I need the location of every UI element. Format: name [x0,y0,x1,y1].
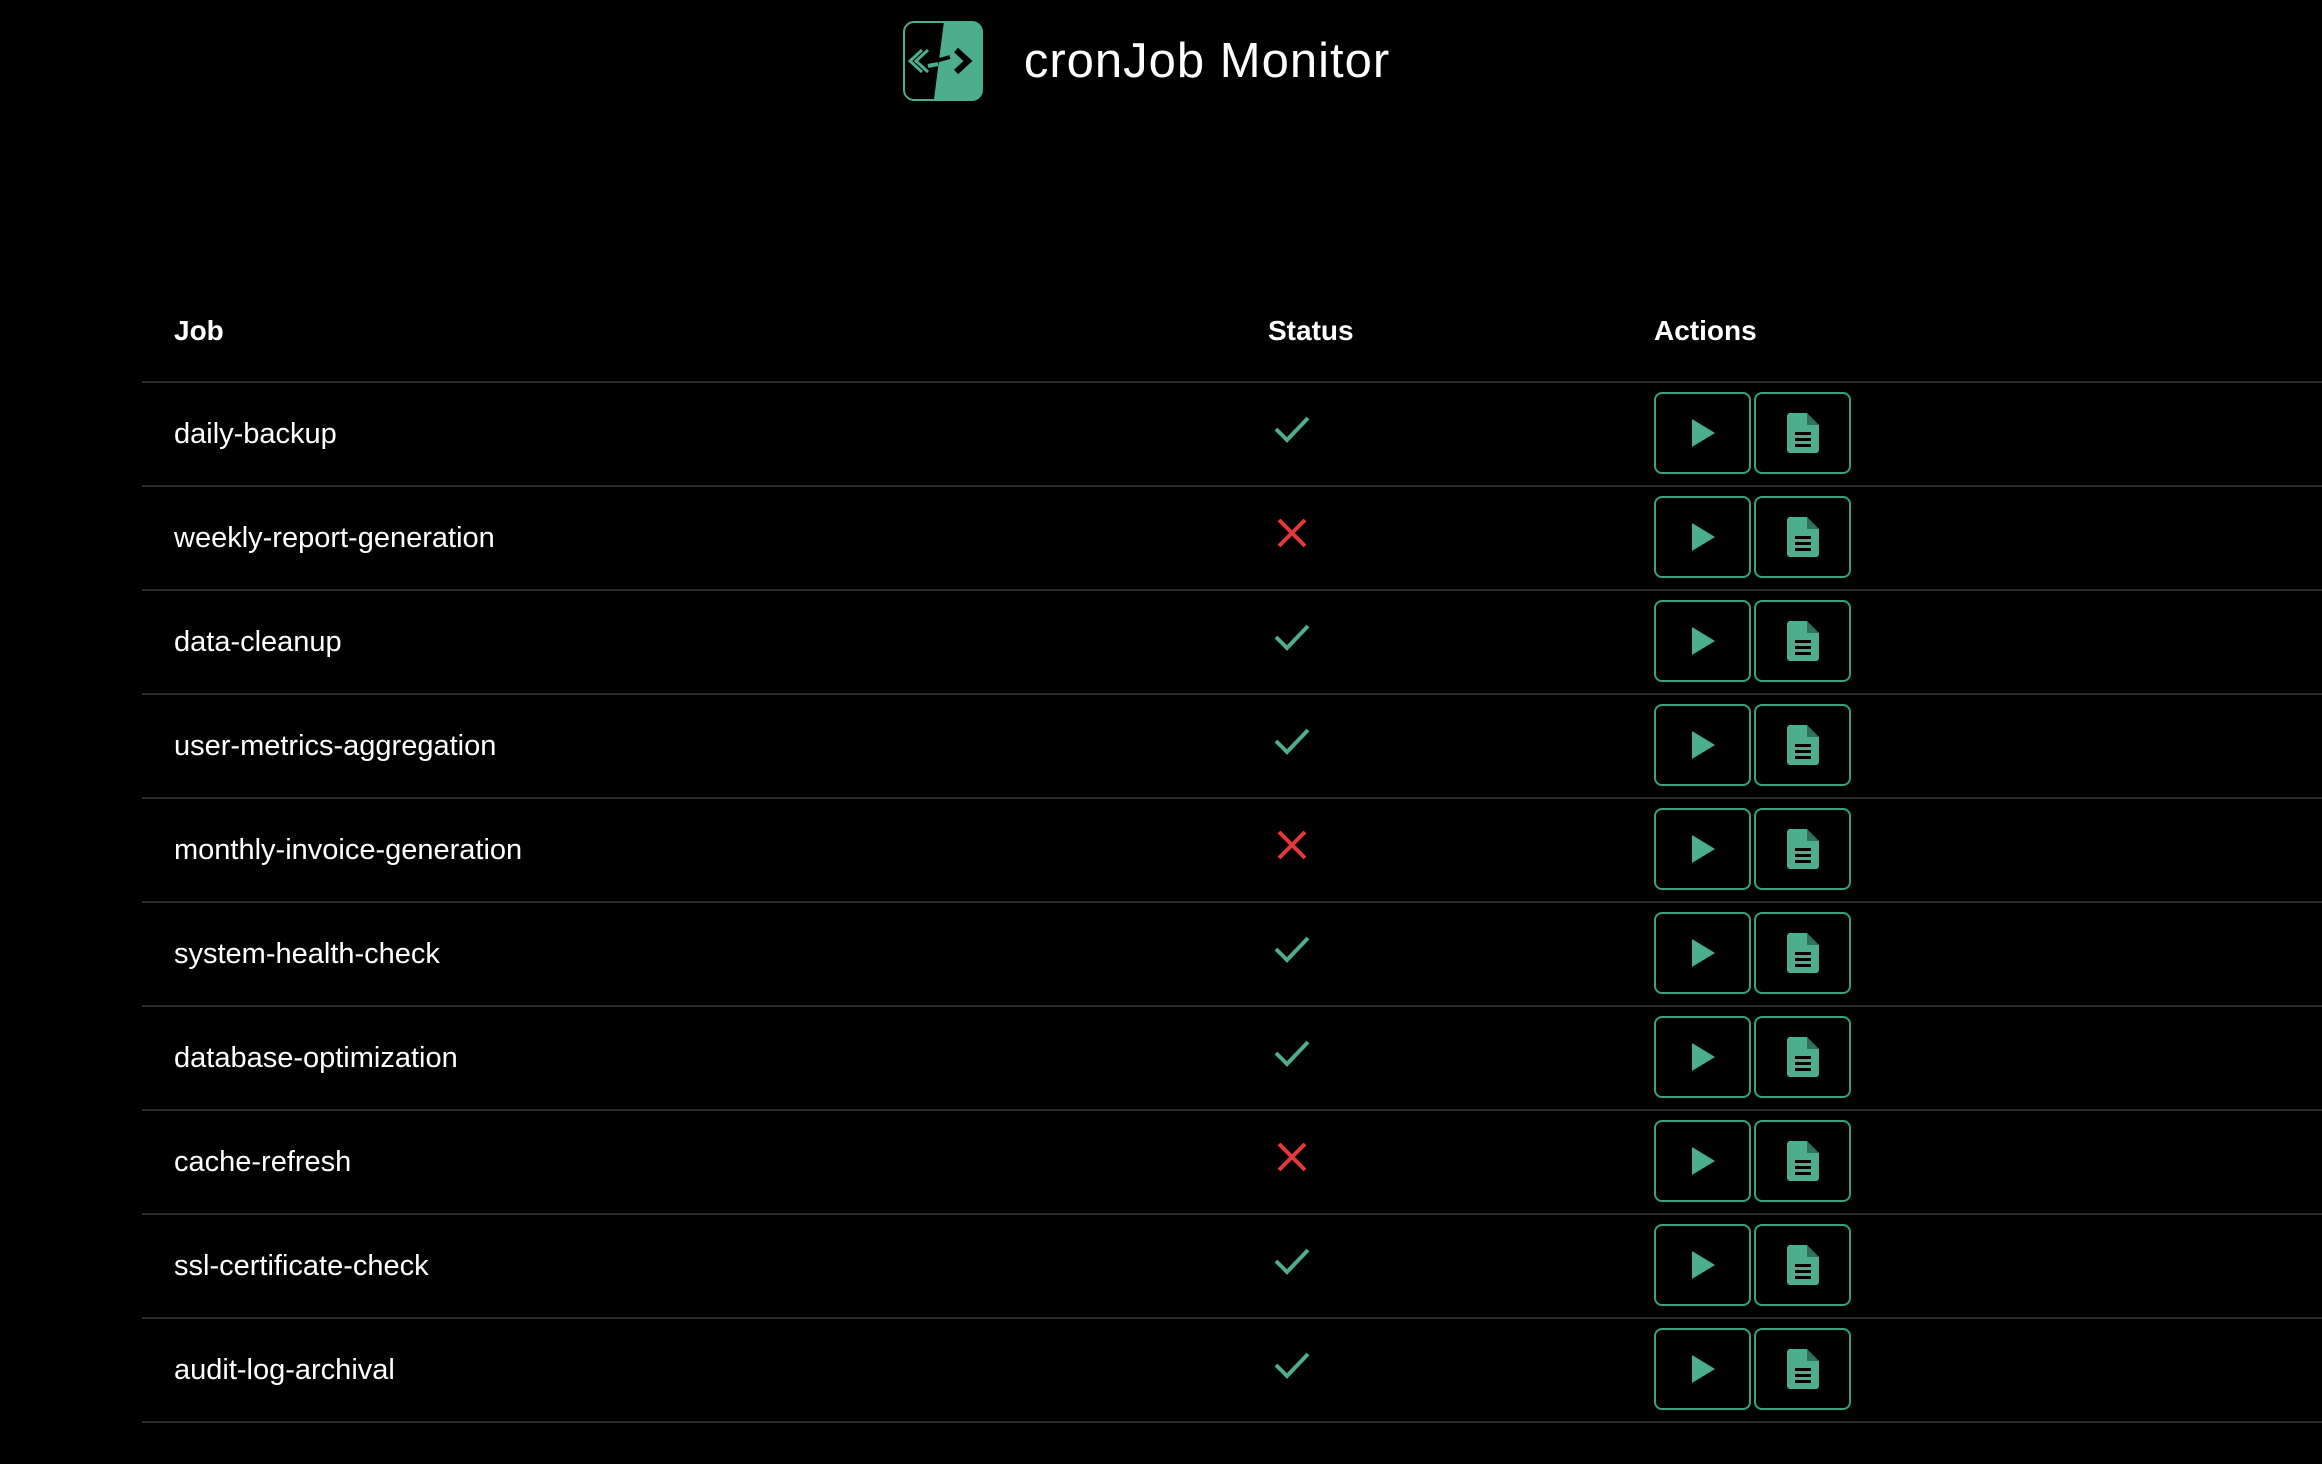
run-job-button[interactable] [1654,600,1751,682]
view-logs-button[interactable] [1754,1224,1851,1306]
row-actions [1654,1016,1851,1098]
run-job-button[interactable] [1654,808,1751,890]
document-icon [1786,413,1819,453]
view-logs-button[interactable] [1754,704,1851,786]
view-logs-button[interactable] [1754,600,1851,682]
table-row: ssl-certificate-check [142,1215,2322,1319]
job-name: user-metrics-aggregation [174,729,497,762]
app-root: cronJob Monitor Job Status Actions daily… [0,0,2322,1464]
run-job-button[interactable] [1654,704,1751,786]
run-job-button[interactable] [1654,392,1751,474]
header-status: Status [1268,314,1354,346]
check-icon [1274,1248,1310,1275]
check-icon [1274,416,1310,443]
x-icon [1277,1142,1307,1172]
job-name: system-health-check [174,937,440,970]
run-job-button[interactable] [1654,496,1751,578]
check-icon [1274,624,1310,651]
check-icon [1274,936,1310,963]
play-icon [1691,835,1715,863]
document-icon [1786,933,1819,973]
play-icon [1691,627,1715,655]
document-icon [1786,725,1819,765]
row-actions [1654,1328,1851,1410]
document-icon [1786,517,1819,557]
job-name: audit-log-archival [174,1353,395,1386]
play-icon [1691,731,1715,759]
run-job-button[interactable] [1654,1120,1751,1202]
document-icon [1786,1037,1819,1077]
row-actions [1654,496,1851,578]
job-name: weekly-report-generation [174,521,495,554]
document-icon [1786,1141,1819,1181]
job-name: monthly-invoice-generation [174,833,523,866]
view-logs-button[interactable] [1754,1120,1851,1202]
job-name: data-cleanup [174,625,342,658]
jobs-table: Job Status Actions daily-backup weekly-re… [142,280,2322,1423]
check-icon [1274,1040,1310,1067]
header: cronJob Monitor [0,18,2322,104]
play-icon [1691,1355,1715,1383]
table-header: Job Status Actions [142,280,2322,383]
row-actions [1654,808,1851,890]
table-row: data-cleanup [142,591,2322,695]
run-job-button[interactable] [1654,912,1751,994]
row-actions [1654,1120,1851,1202]
run-job-button[interactable] [1654,1328,1751,1410]
check-icon [1274,1352,1310,1379]
job-name: cache-refresh [174,1145,352,1178]
play-icon [1691,939,1715,967]
job-name: daily-backup [174,417,337,450]
view-logs-button[interactable] [1754,392,1851,474]
document-icon [1786,1245,1819,1285]
row-actions [1654,1224,1851,1306]
play-icon [1691,523,1715,551]
run-job-button[interactable] [1654,1016,1751,1098]
view-logs-button[interactable] [1754,912,1851,994]
row-actions [1654,392,1851,474]
table-row: database-optimization [142,1007,2322,1111]
play-icon [1691,1043,1715,1071]
view-logs-button[interactable] [1754,808,1851,890]
table-row: cache-refresh [142,1111,2322,1215]
document-icon [1786,621,1819,661]
row-actions [1654,704,1851,786]
check-icon [1274,728,1310,755]
job-name: ssl-certificate-check [174,1249,429,1282]
table-row: audit-log-archival [142,1319,2322,1423]
code-split-logo-icon [902,21,983,101]
header-job: Job [174,314,224,346]
view-logs-button[interactable] [1754,1016,1851,1098]
view-logs-button[interactable] [1754,496,1851,578]
table-row: daily-backup [142,383,2322,487]
play-icon [1691,1251,1715,1279]
table-row: monthly-invoice-generation [142,799,2322,903]
run-job-button[interactable] [1654,1224,1751,1306]
x-icon [1277,518,1307,548]
document-icon [1786,829,1819,869]
table-row: system-health-check [142,903,2322,1007]
row-actions [1654,600,1851,682]
table-body: daily-backup weekly-report-generation data… [142,383,2322,1423]
document-icon [1786,1349,1819,1389]
job-name: database-optimization [174,1041,458,1074]
row-actions [1654,912,1851,994]
view-logs-button[interactable] [1754,1328,1851,1410]
header-actions: Actions [1654,314,1757,346]
play-icon [1691,1147,1715,1175]
play-icon [1691,419,1715,447]
table-row: weekly-report-generation [142,487,2322,591]
table-row: user-metrics-aggregation [142,695,2322,799]
x-icon [1277,830,1307,860]
app-title: cronJob Monitor [1023,34,1391,88]
